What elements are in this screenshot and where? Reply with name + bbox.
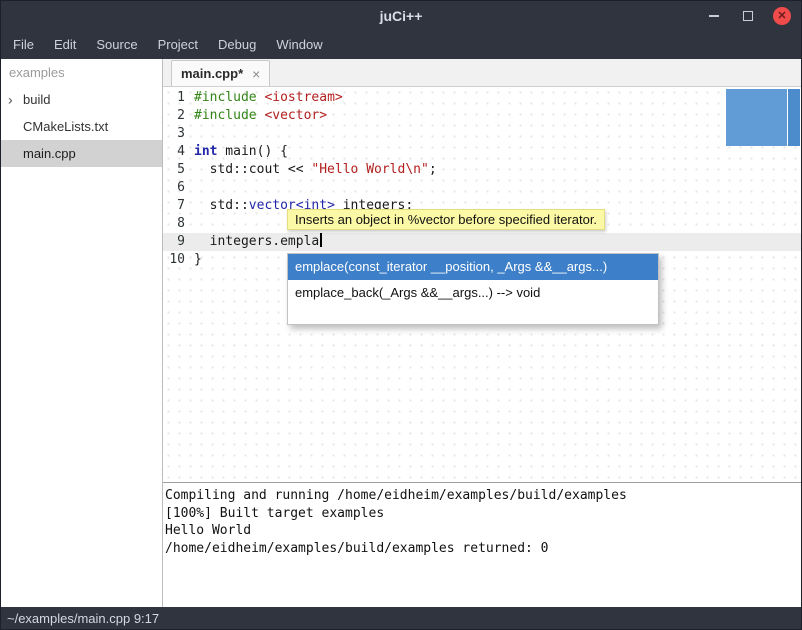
main-area: examples › build CMakeLists.txt main.cpp ma… xyxy=(1,59,801,607)
line-number: 2 xyxy=(163,107,194,125)
menu-debug[interactable]: Debug xyxy=(208,31,266,59)
code-token: #include xyxy=(194,90,257,105)
code-token: #include xyxy=(194,108,257,123)
code-editor[interactable]: 1#include <iostream>2#include <vector>34… xyxy=(163,87,801,482)
terminal-line: Hello World xyxy=(165,522,799,540)
chevron-right-icon[interactable]: › xyxy=(8,91,13,107)
scroll-overview[interactable] xyxy=(726,89,787,146)
tree-item-build[interactable]: › build xyxy=(1,86,162,113)
code-line[interactable]: 5 std::cout << "Hello World\n"; xyxy=(163,161,801,179)
code-token: <vector> xyxy=(264,108,327,123)
terminal-line: Compiling and running /home/eidheim/exam… xyxy=(165,487,799,505)
tab-close-icon[interactable]: × xyxy=(252,67,260,81)
menu-edit[interactable]: Edit xyxy=(44,31,86,59)
tab-main-cpp[interactable]: main.cpp* × xyxy=(171,60,270,86)
completion-item[interactable]: emplace(const_iterator __position, _Args… xyxy=(288,254,658,280)
tab-bar: main.cpp* × xyxy=(163,59,801,87)
menu-window[interactable]: Window xyxy=(266,31,332,59)
terminal-line: /home/eidheim/examples/build/examples re… xyxy=(165,540,799,558)
tree-item-label: main.cpp xyxy=(23,146,76,161)
tree-item-cmakelists-txt[interactable]: CMakeLists.txt xyxy=(1,113,162,140)
file-tree-items: › build CMakeLists.txt main.cpp xyxy=(1,86,162,167)
status-bar: ~/examples/main.cpp 9:17 xyxy=(1,607,801,629)
line-number: 1 xyxy=(163,89,194,107)
line-number: 8 xyxy=(163,215,194,233)
menu-bar: FileEditSourceProjectDebugWindow xyxy=(1,31,801,59)
completion-popup: emplace(const_iterator __position, _Args… xyxy=(287,253,659,325)
terminal-line: [100%] Built target examples xyxy=(165,505,799,523)
code-line-text: #include <vector> xyxy=(194,107,327,125)
maximize-icon xyxy=(743,11,753,21)
code-line[interactable]: 1#include <iostream> xyxy=(163,89,801,107)
menu-source[interactable]: Source xyxy=(86,31,147,59)
code-token: } xyxy=(194,252,202,267)
code-line[interactable]: 3 xyxy=(163,125,801,143)
code-token: integers.empla xyxy=(194,234,319,249)
code-token: "Hello World\n" xyxy=(311,162,428,177)
code-line-text: #include <iostream> xyxy=(194,89,343,107)
tree-item-main-cpp[interactable]: main.cpp xyxy=(1,140,162,167)
window-title: juCi++ xyxy=(380,8,423,24)
editor-column: main.cpp* × 1#include <iostream>2#includ… xyxy=(163,59,801,607)
line-number: 10 xyxy=(163,251,194,269)
code-token: std:: xyxy=(194,198,249,213)
code-line-text: std::cout << "Hello World\n"; xyxy=(194,161,437,179)
menu-file[interactable]: File xyxy=(3,31,44,59)
file-tree: examples › build CMakeLists.txt main.cpp xyxy=(1,59,163,607)
close-button[interactable]: ✕ xyxy=(773,7,791,25)
editor-scrollbar[interactable] xyxy=(788,89,800,146)
code-line-text: integers.empla xyxy=(194,233,322,251)
status-text: ~/examples/main.cpp 9:17 xyxy=(7,611,159,626)
line-number: 3 xyxy=(163,125,194,143)
app-window: juCi++ ✕ FileEditSourceProjectDebugWindo… xyxy=(0,0,802,630)
doc-tooltip: Inserts an object in %vector before spec… xyxy=(287,209,605,230)
code-line[interactable]: 4int main() { xyxy=(163,143,801,161)
code-line[interactable]: 6 xyxy=(163,179,801,197)
minimize-icon xyxy=(709,15,719,17)
completion-item[interactable]: emplace_back(_Args &&__args...) --> void xyxy=(288,280,658,306)
code-line-text: } xyxy=(194,251,202,269)
menu-project[interactable]: Project xyxy=(148,31,208,59)
titlebar[interactable]: juCi++ ✕ xyxy=(1,1,801,31)
line-number: 5 xyxy=(163,161,194,179)
line-number: 9 xyxy=(163,233,194,251)
window-controls: ✕ xyxy=(705,1,791,31)
minimize-button[interactable] xyxy=(705,7,723,25)
build-output[interactable]: Compiling and running /home/eidheim/exam… xyxy=(163,482,801,607)
code-token: std::cout << xyxy=(194,162,311,177)
line-number: 6 xyxy=(163,179,194,197)
text-cursor xyxy=(320,233,322,247)
line-number: 4 xyxy=(163,143,194,161)
code-token: ; xyxy=(429,162,437,177)
tree-item-label: build xyxy=(23,92,50,107)
code-token: <iostream> xyxy=(264,90,342,105)
project-name: examples xyxy=(1,59,162,86)
code-token: int xyxy=(194,144,217,159)
line-number: 7 xyxy=(163,197,194,215)
code-line[interactable]: 9 integers.empla xyxy=(163,233,801,251)
code-token: main() { xyxy=(217,144,287,159)
tree-item-label: CMakeLists.txt xyxy=(23,119,108,134)
maximize-button[interactable] xyxy=(739,7,757,25)
code-line-text: int main() { xyxy=(194,143,288,161)
tab-label: main.cpp* xyxy=(181,66,243,81)
code-lines: 1#include <iostream>2#include <vector>34… xyxy=(163,89,801,269)
code-line[interactable]: 2#include <vector> xyxy=(163,107,801,125)
